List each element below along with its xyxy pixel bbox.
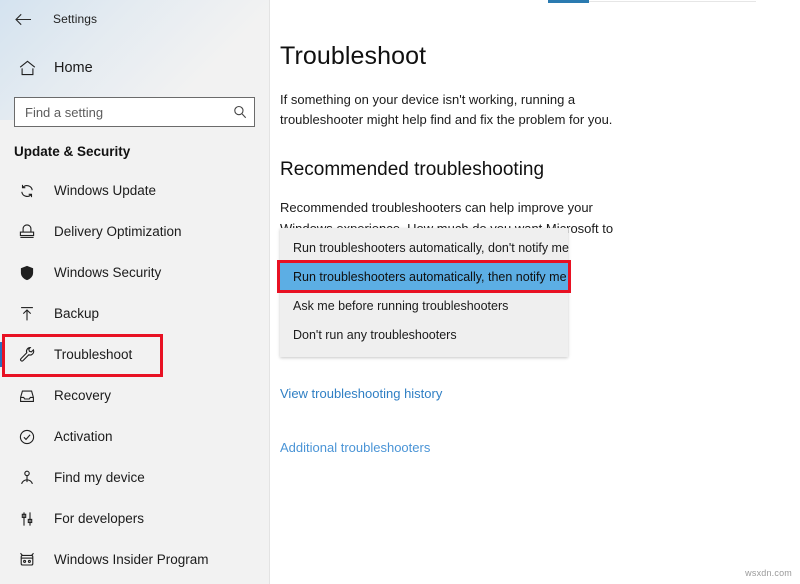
dropdown-option[interactable]: Run troubleshooters automatically, don't… bbox=[280, 233, 569, 262]
back-arrow-icon[interactable] bbox=[6, 6, 40, 32]
sidebar-item-label: Delivery Optimization bbox=[54, 224, 182, 239]
sidebar-item-label: Windows Insider Program bbox=[54, 552, 209, 567]
dropdown-option[interactable]: Ask me before running troubleshooters bbox=[280, 291, 568, 320]
sidebar-item-label: Windows Update bbox=[54, 183, 157, 198]
sidebar-item-delivery-optimization[interactable]: Delivery Optimization bbox=[0, 211, 269, 252]
app-title: Settings bbox=[53, 12, 98, 26]
sidebar-nav-list: Windows Update Delivery Optimization Win… bbox=[0, 170, 269, 580]
titlebar: Settings bbox=[0, 0, 269, 34]
sync-icon bbox=[14, 183, 40, 199]
search-input[interactable] bbox=[15, 99, 226, 125]
page-title: Troubleshoot bbox=[280, 42, 427, 70]
search-box[interactable] bbox=[14, 97, 255, 127]
link-additional-troubleshooters[interactable]: Additional troubleshooters bbox=[280, 440, 430, 455]
sidebar-item-label: Backup bbox=[54, 306, 100, 321]
sidebar-item-recovery[interactable]: Recovery bbox=[0, 375, 269, 416]
settings-window: Settings Home Find a setting Update & Se… bbox=[0, 0, 800, 584]
link-view-troubleshooting-history[interactable]: View troubleshooting history bbox=[280, 386, 442, 401]
recovery-icon bbox=[14, 388, 40, 404]
sidebar-item-label: Find my device bbox=[54, 470, 145, 485]
sidebar-item-label: For developers bbox=[54, 511, 145, 526]
sidebar-item-windows-security[interactable]: Windows Security bbox=[0, 252, 269, 293]
sidebar-item-for-developers[interactable]: For developers bbox=[0, 498, 269, 539]
sidebar-item-find-my-device[interactable]: Find my device bbox=[0, 457, 269, 498]
sidebar-item-windows-update[interactable]: Windows Update bbox=[0, 170, 269, 211]
check-circle-icon bbox=[14, 429, 40, 445]
dropdown-option-label: Run troubleshooters automatically, don't… bbox=[293, 240, 569, 255]
sidebar-item-activation[interactable]: Activation bbox=[0, 416, 269, 457]
delivery-icon bbox=[14, 223, 40, 240]
tab-indicator-track bbox=[589, 1, 756, 2]
sidebar-item-home-label: Home bbox=[54, 60, 93, 76]
wrench-icon bbox=[14, 346, 40, 363]
dropdown-option-label: Don't run any troubleshooters bbox=[293, 327, 457, 342]
sidebar-item-troubleshoot[interactable]: Troubleshoot bbox=[0, 334, 269, 377]
sidebar-item-label: Recovery bbox=[54, 388, 112, 403]
backup-upload-icon bbox=[14, 306, 40, 322]
watermark: wsxdn.com bbox=[745, 568, 792, 578]
main-content: Troubleshoot If something on your device… bbox=[270, 0, 800, 584]
sidebar-item-label: Troubleshoot bbox=[54, 347, 133, 362]
search-icon[interactable] bbox=[226, 105, 254, 119]
home-icon bbox=[14, 60, 40, 76]
sidebar-item-label: Windows Security bbox=[54, 265, 162, 280]
dropdown-option-label: Ask me before running troubleshooters bbox=[293, 298, 509, 313]
sidebar-item-windows-insider-program[interactable]: Windows Insider Program bbox=[0, 539, 269, 580]
insider-icon bbox=[14, 552, 40, 568]
sidebar-item-label: Activation bbox=[54, 429, 113, 444]
developers-icon bbox=[14, 511, 40, 527]
dropdown-option[interactable]: Don't run any troubleshooters bbox=[280, 320, 568, 349]
section-heading-recommended-troubleshooting: Recommended troubleshooting bbox=[280, 159, 545, 180]
shield-icon bbox=[14, 265, 40, 281]
sidebar-item-home[interactable]: Home bbox=[0, 50, 269, 86]
page-subtitle: If something on your device isn't workin… bbox=[280, 92, 613, 127]
sidebar: Settings Home Find a setting Update & Se… bbox=[0, 0, 270, 584]
dropdown-option-selected[interactable]: Run troubleshooters automatically, then … bbox=[277, 260, 571, 293]
sidebar-section-title: Update & Security bbox=[14, 144, 131, 159]
tab-indicator bbox=[548, 0, 589, 3]
dropdown-option-label: Run troubleshooters automatically, then … bbox=[293, 269, 567, 284]
recommended-troubleshooting-dropdown[interactable]: Run troubleshooters automatically, don't… bbox=[277, 228, 571, 357]
find-device-icon bbox=[14, 470, 40, 486]
sidebar-item-backup[interactable]: Backup bbox=[0, 293, 269, 334]
